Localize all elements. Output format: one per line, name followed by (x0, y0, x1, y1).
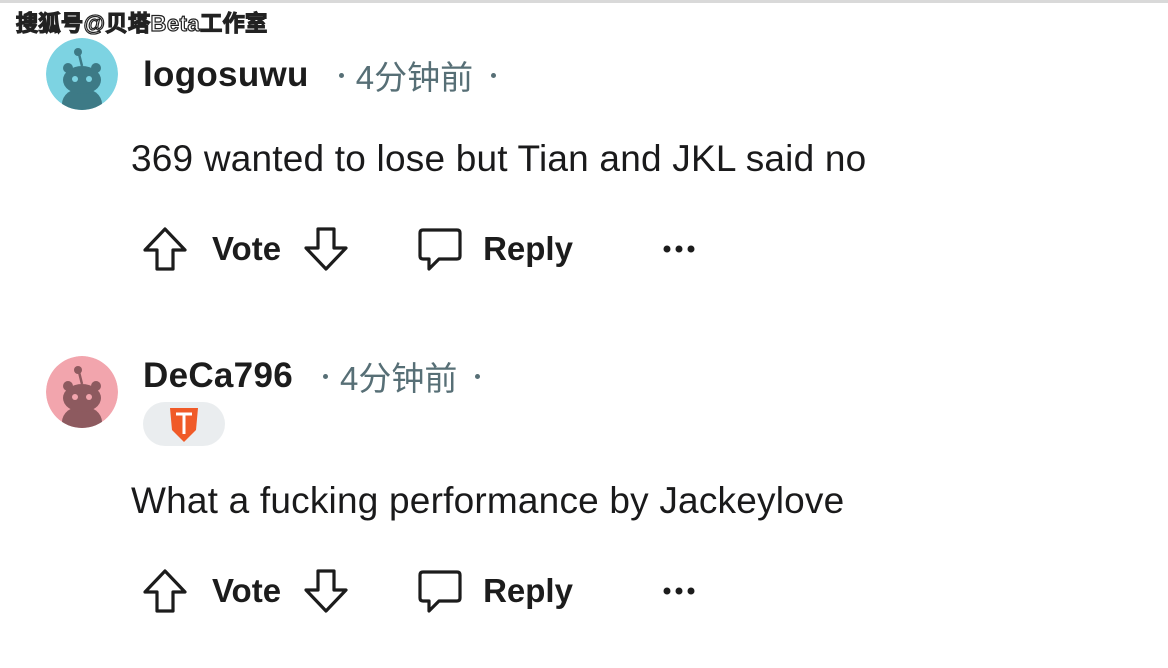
timestamp: 4分钟前 (339, 360, 458, 397)
separator-dot (338, 72, 344, 78)
username[interactable]: logosuwu (143, 55, 309, 95)
arrow-up-icon[interactable] (140, 566, 190, 616)
ellipsis-icon (661, 243, 697, 255)
user-flair (143, 402, 225, 446)
separator-dot (322, 373, 328, 379)
arrow-up-icon[interactable] (140, 224, 190, 274)
arrow-down-icon[interactable] (301, 566, 351, 616)
avatar[interactable] (46, 38, 118, 110)
watermark: 搜狐号@贝塔Beta工作室 (15, 10, 268, 36)
separator-dot (475, 373, 481, 379)
speech-bubble-icon (415, 224, 465, 274)
reply-button[interactable]: Reply (415, 224, 573, 274)
top-border (0, 0, 1168, 3)
more-options-button[interactable] (661, 585, 697, 597)
ellipsis-icon (661, 585, 697, 597)
snoo-avatar-icon (46, 38, 118, 110)
reply-label: Reply (483, 230, 573, 267)
reply-label: Reply (483, 572, 573, 609)
comment-actions: Vote Reply (140, 219, 697, 279)
avatar[interactable] (46, 356, 118, 428)
comment-meta: logosuwu 4分钟前 (143, 53, 497, 97)
vote-label: Vote (212, 230, 282, 267)
comment-body: What a fucking performance by Jackeylove (131, 480, 845, 521)
snoo-avatar-icon (46, 356, 118, 428)
reply-button[interactable]: Reply (415, 566, 573, 616)
speech-bubble-icon (415, 566, 465, 616)
more-options-button[interactable] (661, 243, 697, 255)
vote-group: Vote (140, 566, 351, 616)
comment-body: 369 wanted to lose but Tian and JKL said… (131, 138, 867, 179)
vote-group: Vote (140, 224, 351, 274)
separator-dot (491, 72, 497, 78)
arrow-down-icon[interactable] (301, 224, 351, 274)
username[interactable]: DeCa796 (143, 356, 293, 396)
comment-meta: DeCa796 4分钟前 (143, 354, 481, 398)
comment-actions: Vote Reply (140, 561, 697, 621)
vote-label: Vote (212, 572, 282, 609)
timestamp: 4分钟前 (355, 59, 474, 96)
team-logo-icon (170, 408, 198, 442)
